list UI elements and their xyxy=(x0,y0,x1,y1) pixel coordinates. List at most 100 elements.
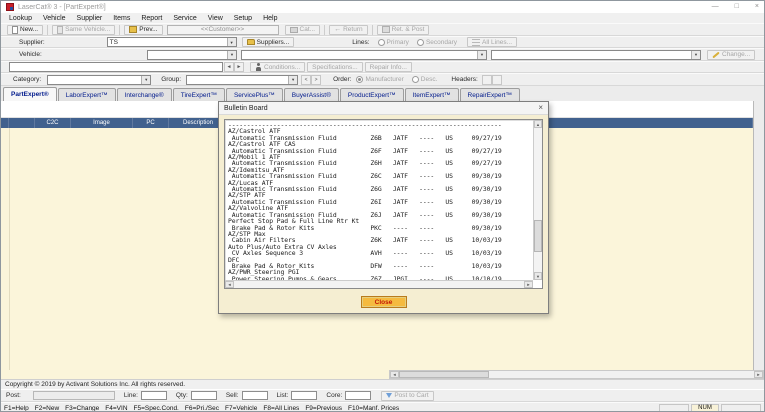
line-input[interactable] xyxy=(141,391,167,400)
toolbar-separator xyxy=(372,25,373,35)
new-button[interactable]: New... xyxy=(7,25,43,35)
bulletin-text: ----------------------------------------… xyxy=(225,120,542,289)
group-prev-button[interactable]: < xyxy=(301,75,311,85)
bulletin-hscroll-left-icon[interactable]: ◄ xyxy=(225,281,234,288)
group-next-button[interactable]: > xyxy=(311,75,321,85)
category-combo[interactable]: ▼ xyxy=(47,75,151,85)
tab-interchange[interactable]: Interchange® xyxy=(117,88,172,101)
bulletin-horizontal-scrollbar[interactable]: ◄ ► xyxy=(225,280,533,288)
menu-item-setup[interactable]: Setup xyxy=(234,15,252,22)
tab-repairexpert[interactable]: RepairExpert™ xyxy=(460,88,520,101)
app-logo-icon xyxy=(6,3,14,11)
prev-book-icon xyxy=(129,26,137,33)
tab-itemexpert[interactable]: ItemExpert™ xyxy=(405,88,459,101)
bulletin-board-dialog: Bulletin Board × -----------------------… xyxy=(218,101,549,314)
conditions-person-icon xyxy=(255,63,262,71)
tab-buyerassist[interactable]: BuyerAssist® xyxy=(284,88,339,101)
headers-up-button xyxy=(482,75,492,85)
hscroll-thumb[interactable] xyxy=(399,371,489,378)
close-button[interactable]: Close xyxy=(361,296,407,308)
toolbar-separator xyxy=(47,25,48,35)
vehicle-combo-2[interactable]: ▼ xyxy=(241,50,487,60)
bulletin-vertical-scrollbar[interactable]: ▲ ▼ xyxy=(533,120,542,280)
tab-partexpert[interactable]: PartExpert® xyxy=(3,87,57,101)
column-header-image[interactable]: Image xyxy=(71,118,133,128)
vehicle-combo-3-arrow-icon[interactable]: ▼ xyxy=(691,51,700,59)
core-input[interactable] xyxy=(345,391,371,400)
group-combo[interactable]: ▼ xyxy=(186,75,298,85)
menu-item-help[interactable]: Help xyxy=(263,15,277,22)
supplier-combo-arrow-icon[interactable]: ▼ xyxy=(227,38,236,46)
return-button: ← Return xyxy=(329,25,368,35)
supplier-combo[interactable]: TS ▼ xyxy=(107,37,237,47)
menu-item-lookup[interactable]: Lookup xyxy=(9,15,32,22)
menu-item-report[interactable]: Report xyxy=(141,15,162,22)
tab-tireexpert[interactable]: TireExpert™ xyxy=(173,88,225,101)
customer-placeholder: <<Customer>> xyxy=(201,26,244,33)
vehicle-combo-1-arrow-icon[interactable]: ▼ xyxy=(227,51,236,59)
ret-and-post-button: Ret. & Post xyxy=(377,25,430,35)
close-window-button[interactable]: × xyxy=(755,2,759,12)
toolbar-vehicle-detail: ◄ ► Conditions... Specifications... Repa… xyxy=(1,61,764,73)
post-fields-group: Line:Qty:Sell:List:Core: xyxy=(115,391,372,400)
tab-serviceplus[interactable]: ServicePlus™ xyxy=(226,88,283,101)
vscroll-down-arrow-icon[interactable]: ▼ xyxy=(534,272,542,280)
return-arrow-icon: ← xyxy=(334,26,341,33)
vehicle-combo-2-arrow-icon[interactable]: ▼ xyxy=(477,51,486,59)
vehicle-spin-left-icon[interactable]: ◄ xyxy=(224,62,234,72)
maximize-button[interactable]: □ xyxy=(735,2,739,12)
column-header-blank-1[interactable] xyxy=(9,118,35,128)
bulletin-text-area[interactable]: ----------------------------------------… xyxy=(224,119,543,289)
bulletin-hscroll-right-icon[interactable]: ► xyxy=(524,281,533,288)
group-combo-arrow-icon[interactable]: ▼ xyxy=(288,76,297,84)
menu-item-service[interactable]: Service xyxy=(173,15,196,22)
hscroll-left-arrow-icon[interactable]: ◄ xyxy=(390,371,399,378)
vscroll-up-arrow-icon[interactable]: ▲ xyxy=(534,120,542,128)
window-controls: — □ × xyxy=(712,2,759,12)
grid-hscroll-row: ◄ ► xyxy=(1,370,764,379)
qty-input[interactable] xyxy=(191,391,217,400)
new-document-icon xyxy=(12,26,18,34)
grid-horizontal-scrollbar[interactable]: ◄ ► xyxy=(389,370,764,379)
order-desc-radio xyxy=(412,76,419,83)
return-button-label: Return xyxy=(343,26,363,33)
sell-input[interactable] xyxy=(242,391,268,400)
tab-laborexpert[interactable]: LaborExpert™ xyxy=(58,88,116,101)
list-input[interactable] xyxy=(291,391,317,400)
order-label: Order: xyxy=(333,76,351,83)
prev-button-label: Prev... xyxy=(139,26,157,33)
cat-button-label: Cat... xyxy=(300,26,316,33)
column-header-blank-0[interactable] xyxy=(1,118,9,128)
suppliers-button[interactable]: Suppliers... xyxy=(242,37,295,47)
vscroll-thumb[interactable] xyxy=(534,220,542,252)
fkey-f6: F6=Pri./Sec xyxy=(185,405,219,412)
primary-radio-label: Primary xyxy=(387,39,409,46)
customer-field[interactable]: <<Customer>> xyxy=(167,25,279,35)
vehicle-spin-right-icon[interactable]: ► xyxy=(234,62,244,72)
dialog-title-text: Bulletin Board xyxy=(224,105,268,112)
vehicle-description-field[interactable] xyxy=(9,62,223,72)
category-combo-arrow-icon[interactable]: ▼ xyxy=(141,76,150,84)
tab-productexpert[interactable]: ProductExpert™ xyxy=(340,88,404,101)
menu-item-view[interactable]: View xyxy=(208,15,223,22)
hscroll-right-arrow-icon[interactable]: ► xyxy=(754,371,763,378)
supplier-value: TS xyxy=(110,39,118,46)
column-header-c2c[interactable]: C2C xyxy=(35,118,71,128)
dialog-close-icon[interactable]: × xyxy=(538,104,543,112)
minimize-button[interactable]: — xyxy=(712,2,719,12)
all-lines-icon xyxy=(472,39,480,46)
prev-button[interactable]: Prev... xyxy=(124,25,162,35)
copyright-text: Copyright © 2019 by Activant Solutions I… xyxy=(5,381,185,388)
menu-item-items[interactable]: Items xyxy=(113,15,130,22)
fkey-f3: F3=Change xyxy=(65,405,99,412)
category-label: Category: xyxy=(13,76,41,83)
column-header-pc[interactable]: PC xyxy=(133,118,169,128)
conditions-label: Conditions... xyxy=(264,64,300,71)
toolbar-vehicle: Vehicle: ▼ ▼ ▼ Change... xyxy=(1,48,764,61)
menu-item-supplier[interactable]: Supplier xyxy=(77,15,103,22)
fkey-f8: F8=All Lines xyxy=(263,405,299,412)
vehicle-combo-1[interactable]: ▼ xyxy=(147,50,237,60)
toolbar-separator xyxy=(324,25,325,35)
menu-item-vehicle[interactable]: Vehicle xyxy=(43,15,66,22)
vehicle-combo-3[interactable]: ▼ xyxy=(491,50,701,60)
